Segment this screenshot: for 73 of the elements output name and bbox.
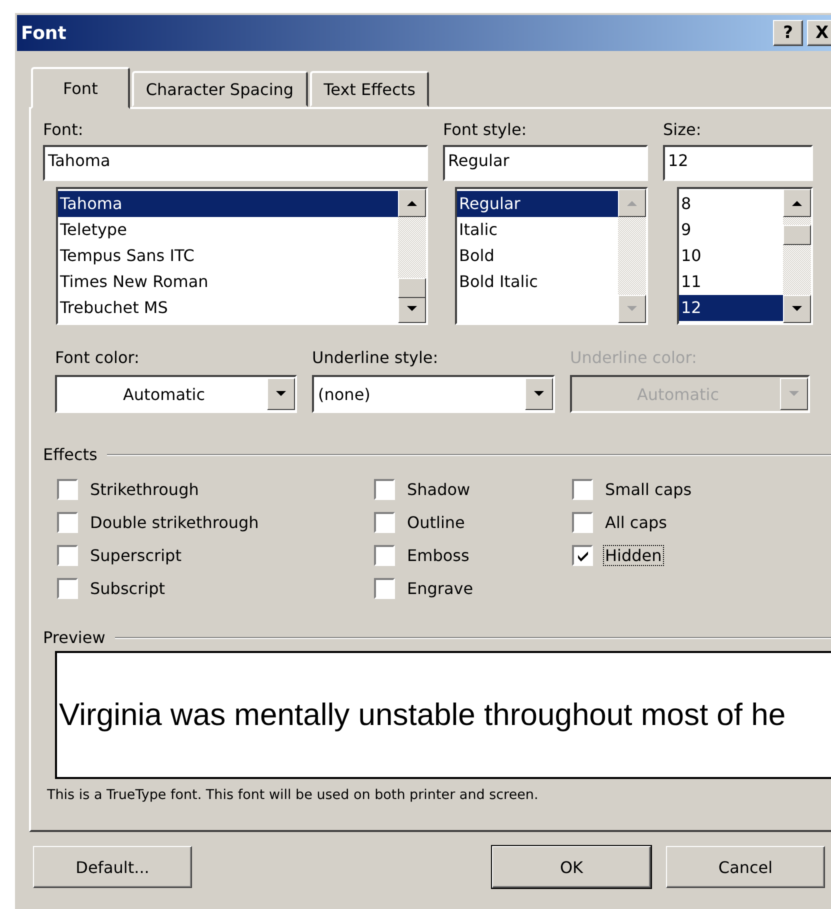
- scrollbar[interactable]: [783, 189, 811, 323]
- list-item[interactable]: 9: [679, 217, 783, 243]
- checkbox-label: All caps: [604, 512, 668, 533]
- list-item[interactable]: Trebuchet MS: [58, 295, 398, 321]
- list-item[interactable]: Bold Italic: [457, 269, 618, 295]
- tab[interactable]: Text Effects: [310, 71, 430, 107]
- list-box[interactable]: Tahoma Teletype Tempus Sans ITC Times New Roman Trebuchet MS: [56, 187, 428, 325]
- dropdown[interactable]: (none): [312, 375, 555, 413]
- list-box[interactable]: Regular Italic Bold Bold Italic: [455, 187, 648, 325]
- checkbox-label: Double strikethrough: [89, 512, 260, 533]
- group-label: Preview: [43, 628, 106, 647]
- scroll-thumb[interactable]: [783, 224, 811, 245]
- dropdown[interactable]: Automatic: [55, 375, 297, 413]
- window-title: Font: [21, 22, 66, 44]
- text-field[interactable]: Tahoma: [43, 145, 428, 181]
- dialog-button[interactable]: Cancel: [666, 846, 825, 888]
- checkbox[interactable]: [57, 479, 78, 500]
- list-box[interactable]: 8 9 10 11 12: [677, 187, 813, 325]
- checkbox-label: Hidden: [603, 545, 664, 566]
- list-item[interactable]: 11: [679, 269, 783, 295]
- checkbox[interactable]: [572, 545, 593, 566]
- scrollbar[interactable]: [618, 189, 646, 323]
- field-label: Size:: [663, 119, 702, 141]
- checkbox[interactable]: [374, 578, 395, 599]
- checkbox[interactable]: [374, 512, 395, 533]
- text-field[interactable]: 12: [663, 145, 813, 181]
- list-item[interactable]: 12: [679, 295, 783, 321]
- list-item[interactable]: Tahoma: [58, 191, 398, 217]
- list-item[interactable]: Tempus Sans ITC: [58, 243, 398, 269]
- field-label: Underline style:: [312, 347, 440, 369]
- checkbox-label: Strikethrough: [89, 479, 200, 500]
- list-item[interactable]: 10: [679, 243, 783, 269]
- preview-text: Virginia was mentally unstable throughout most of he: [58, 697, 786, 733]
- checkbox-label: Subscript: [89, 578, 166, 599]
- group-label: Effects: [43, 445, 98, 464]
- tab[interactable]: Character Spacing: [132, 71, 308, 107]
- list-item[interactable]: Italic: [457, 217, 618, 243]
- caret-icon[interactable]: [275, 390, 287, 398]
- checkbox[interactable]: [57, 512, 78, 533]
- checkbox[interactable]: [374, 545, 395, 566]
- list-item[interactable]: 8: [679, 191, 783, 217]
- scroll-thumb[interactable]: [398, 278, 426, 298]
- checkbox-label: Small caps: [604, 479, 693, 500]
- checkbox[interactable]: [374, 479, 395, 500]
- checkbox-label: Superscript: [89, 545, 182, 566]
- list-item[interactable]: Times New Roman: [58, 269, 398, 295]
- scroll-up-icon[interactable]: [398, 189, 426, 217]
- close-button[interactable]: X: [807, 20, 831, 46]
- tab[interactable]: Font: [31, 67, 130, 109]
- scroll-down-icon[interactable]: [618, 295, 646, 323]
- checkbox[interactable]: [572, 512, 593, 533]
- list-item[interactable]: Teletype: [58, 217, 398, 243]
- dialog-button[interactable]: OK: [492, 846, 651, 888]
- list-item[interactable]: Regular: [457, 191, 618, 217]
- field-label: Font color:: [55, 347, 140, 369]
- checkbox-label: Emboss: [406, 545, 470, 566]
- checkbox-label: Engrave: [406, 578, 474, 599]
- checkbox-label: Shadow: [406, 479, 472, 500]
- checkbox[interactable]: [572, 479, 593, 500]
- font-info-text: This is a TrueType font. This font will be used on both printer and screen.: [47, 787, 540, 803]
- scroll-up-icon[interactable]: [783, 189, 811, 217]
- field-label: Font:: [43, 119, 84, 141]
- scroll-down-icon[interactable]: [783, 295, 811, 323]
- dialog-button[interactable]: Default...: [33, 846, 192, 888]
- list-item[interactable]: Bold: [457, 243, 618, 269]
- help-button[interactable]: ?: [773, 20, 803, 46]
- checkbox-label: Outline: [406, 512, 466, 533]
- checkbox[interactable]: [57, 545, 78, 566]
- checkbox[interactable]: [57, 578, 78, 599]
- field-label: Font style:: [443, 119, 528, 141]
- text-field[interactable]: Regular: [443, 145, 648, 181]
- scrollbar[interactable]: [398, 189, 426, 323]
- caret-icon[interactable]: [533, 390, 545, 398]
